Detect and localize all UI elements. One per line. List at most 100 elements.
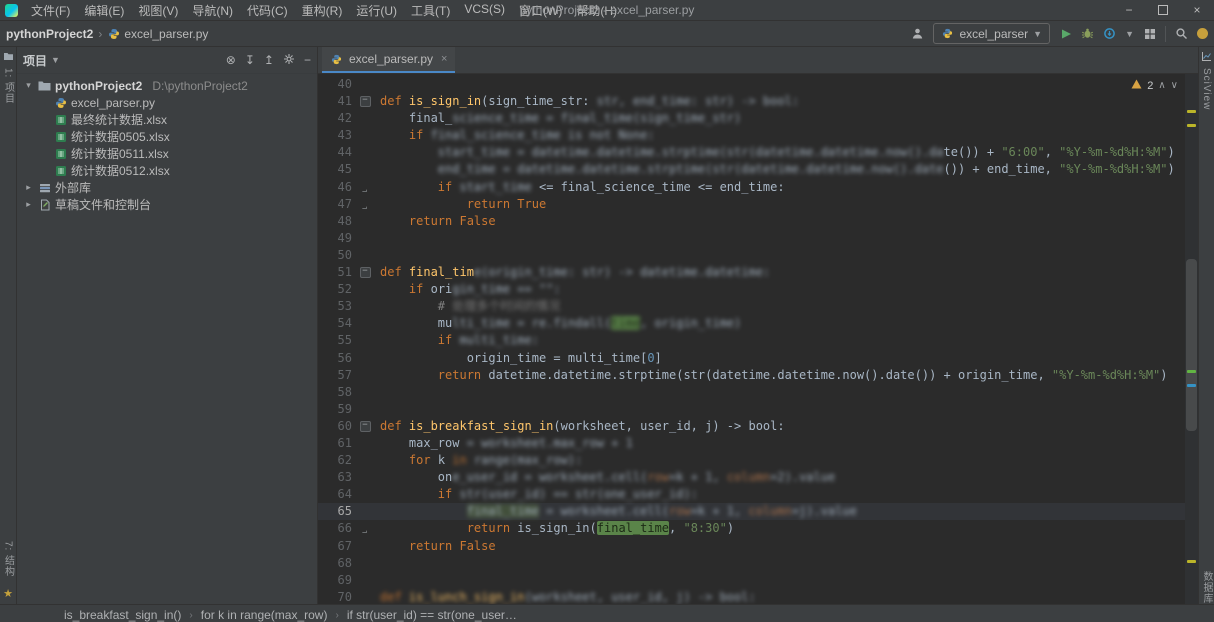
- code-line[interactable]: 52 if origin_time == "":: [318, 281, 1198, 298]
- breadcrumb-project[interactable]: pythonProject2: [6, 27, 93, 41]
- menu-item[interactable]: 视图(V): [131, 0, 185, 21]
- code-line[interactable]: 57 return datetime.datetime.strptime(str…: [318, 367, 1198, 384]
- error-stripe-mark[interactable]: [1187, 560, 1196, 563]
- hide-panel-icon[interactable]: −: [304, 53, 311, 67]
- tree-item[interactable]: excel_parser.py: [17, 94, 317, 111]
- fold-marker-icon[interactable]: ⌐: [356, 179, 374, 196]
- tree-item[interactable]: 统计数据0505.xlsx: [17, 128, 317, 145]
- error-stripe-mark[interactable]: [1187, 124, 1196, 127]
- sciview-label: SciView: [1201, 68, 1212, 110]
- tree-item[interactable]: 统计数据0512.xlsx: [17, 162, 317, 179]
- code-line[interactable]: 51−def final_time(origin_time: str) -> d…: [318, 264, 1198, 281]
- coverage-button[interactable]: [1103, 27, 1116, 40]
- tool-button-structure[interactable]: 7: 结构: [1, 534, 16, 577]
- code-line[interactable]: 43 if final_science_time is not None:: [318, 127, 1198, 144]
- code-line[interactable]: 66⌐ return is_sign_in(final_time, "8:30"…: [318, 520, 1198, 537]
- error-stripe-mark[interactable]: [1187, 370, 1196, 373]
- menu-item[interactable]: 编辑(E): [77, 0, 131, 21]
- code-line[interactable]: 58: [318, 384, 1198, 401]
- menu-item[interactable]: 重构(R): [295, 0, 350, 21]
- tab-close-icon[interactable]: ×: [441, 53, 447, 65]
- code-line[interactable]: 55 if multi_time:: [318, 332, 1198, 349]
- breadcrumb-item[interactable]: for k in range(max_row): [201, 608, 328, 622]
- code-line[interactable]: 46⌐ if start_time <= final_science_time …: [318, 179, 1198, 196]
- favorites-icon[interactable]: ★: [3, 587, 13, 600]
- fold-marker-icon[interactable]: −: [356, 418, 374, 435]
- code-line[interactable]: 49: [318, 230, 1198, 247]
- tool-button-database[interactable]: 数据库: [1199, 564, 1214, 604]
- minimize-button[interactable]: −: [1112, 0, 1146, 20]
- code-line[interactable]: 53 # 处理多个时间的情况: [318, 298, 1198, 315]
- tool-button-sciview[interactable]: SciView: [1201, 47, 1212, 110]
- menu-item[interactable]: VCS(S): [457, 0, 512, 21]
- run-options-chevron-icon[interactable]: ▼: [1125, 29, 1134, 39]
- code-line[interactable]: 48 return False: [318, 213, 1198, 230]
- tool-button-project[interactable]: 1: 项目: [1, 47, 16, 104]
- run-button[interactable]: [1059, 27, 1072, 40]
- breadcrumb-item[interactable]: if str(user_id) == str(one_user…: [347, 608, 517, 622]
- code-line[interactable]: 54 multi_time = re.findall(time, origin_…: [318, 315, 1198, 332]
- code-line[interactable]: 44 start_time = datetime.datetime.strpti…: [318, 144, 1198, 161]
- code-line[interactable]: 64 if str(user_id) == str(one_user_id):: [318, 486, 1198, 503]
- search-everywhere-button[interactable]: [1175, 27, 1188, 40]
- collapse-all-icon[interactable]: ↥: [264, 53, 274, 67]
- inspections-widget[interactable]: 2 ∧ ∨: [1127, 77, 1182, 94]
- code-line[interactable]: 56 origin_time = multi_time[0]: [318, 350, 1198, 367]
- menu-item[interactable]: 代码(C): [240, 0, 295, 21]
- project-panel-title[interactable]: 项目: [23, 52, 47, 69]
- tree-item[interactable]: ▸外部库: [17, 179, 317, 196]
- code-line[interactable]: 63 one_user_id = worksheet.cell(row=k + …: [318, 469, 1198, 486]
- tree-item[interactable]: 最终统计数据.xlsx: [17, 111, 317, 128]
- code-line[interactable]: 50: [318, 247, 1198, 264]
- error-stripe-mark[interactable]: [1187, 384, 1196, 387]
- chevron-right-icon[interactable]: ▸: [23, 199, 34, 210]
- tree-item[interactable]: ▾pythonProject2D:\pythonProject2: [17, 77, 317, 94]
- fold-marker-icon[interactable]: ⌐: [356, 196, 374, 213]
- maximize-button[interactable]: [1146, 0, 1180, 20]
- structure-tool-label: 7: 结构: [1, 541, 16, 577]
- menu-item[interactable]: 运行(U): [349, 0, 404, 21]
- fold-marker-icon[interactable]: −: [356, 264, 374, 281]
- menu-item[interactable]: 文件(F): [24, 0, 77, 21]
- select-opened-file-icon[interactable]: ⊗: [226, 53, 236, 67]
- previous-warning-icon[interactable]: ∧: [1158, 80, 1165, 91]
- code-line[interactable]: 68: [318, 555, 1198, 572]
- tab-excel-parser[interactable]: excel_parser.py ×: [322, 47, 455, 73]
- code-line[interactable]: 47⌐ return True: [318, 196, 1198, 213]
- fold-marker-icon[interactable]: −: [356, 93, 374, 110]
- chevron-right-icon[interactable]: ▸: [23, 182, 34, 193]
- code-line[interactable]: 41−def is_sign_in(sign_time_str: str, en…: [318, 93, 1198, 110]
- code-line-current[interactable]: 65 final_time = worksheet.cell(row=k + 1…: [318, 503, 1198, 520]
- scrollbar-thumb[interactable]: [1186, 259, 1197, 431]
- debug-button[interactable]: [1081, 27, 1094, 40]
- tool-windows-button[interactable]: [1143, 27, 1156, 40]
- chevron-down-icon[interactable]: ▾: [23, 80, 34, 91]
- tree-item[interactable]: ▸草稿文件和控制台: [17, 196, 317, 213]
- code-line[interactable]: 69: [318, 572, 1198, 589]
- tree-item-label: excel_parser.py: [71, 96, 155, 110]
- close-button[interactable]: ×: [1180, 0, 1214, 20]
- code-line[interactable]: 70def is_lunch_sign_in(worksheet, user_i…: [318, 589, 1198, 604]
- code-line[interactable]: 60−def is_breakfast_sign_in(worksheet, u…: [318, 418, 1198, 435]
- menu-item[interactable]: 导航(N): [185, 0, 240, 21]
- error-stripe-mark[interactable]: [1187, 110, 1196, 113]
- settings-gear-icon[interactable]: [283, 53, 295, 68]
- expand-all-icon[interactable]: ↧: [245, 53, 255, 67]
- code-line[interactable]: 67 return False: [318, 538, 1198, 555]
- editor[interactable]: 4041−def is_sign_in(sign_time_str: str, …: [318, 74, 1198, 604]
- breadcrumb-item[interactable]: is_breakfast_sign_in(): [64, 608, 181, 622]
- next-warning-icon[interactable]: ∨: [1171, 80, 1178, 91]
- update-notification-icon[interactable]: [1197, 28, 1208, 39]
- code-line[interactable]: 42 final_science_time = final_time(sign_…: [318, 110, 1198, 127]
- menu-item[interactable]: 工具(T): [404, 0, 457, 21]
- project-settings-icon[interactable]: [911, 27, 924, 40]
- code-line[interactable]: 61 max_row = worksheet.max_row + 1: [318, 435, 1198, 452]
- code-line[interactable]: 62 for k in range(max_row):: [318, 452, 1198, 469]
- fold-marker-icon[interactable]: ⌐: [356, 520, 374, 537]
- breadcrumb-file[interactable]: excel_parser.py: [124, 27, 208, 41]
- code-line[interactable]: 59: [318, 401, 1198, 418]
- run-configuration-select[interactable]: excel_parser ▼: [933, 23, 1050, 44]
- tree-item[interactable]: 统计数据0511.xlsx: [17, 145, 317, 162]
- code-line[interactable]: 40: [318, 76, 1198, 93]
- code-line[interactable]: 45 end_time = datetime.datetime.strptime…: [318, 161, 1198, 178]
